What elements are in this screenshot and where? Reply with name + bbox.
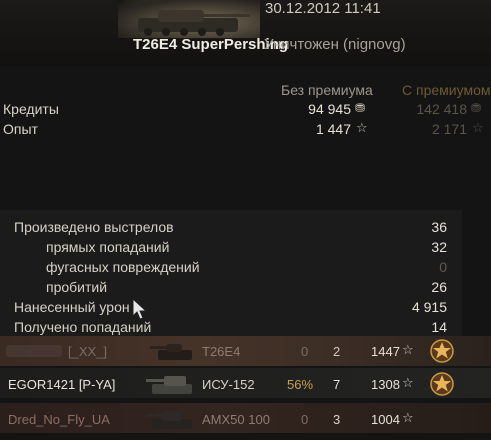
star-icon: ☆ [356,120,368,135]
kills-count: 7 [333,377,341,392]
medal-icon [429,338,455,364]
vehicle-name: AMX50 100 [202,412,270,427]
credits-value: 94 945 [308,101,351,117]
stat-label: пробитий [46,279,108,295]
credits-label: Кредиты [3,101,59,117]
stat-value: 0 [439,259,447,275]
stat-value: 14 [431,319,447,335]
tank-icon [150,336,198,371]
experience-label: Опыт [3,121,38,137]
tank-image [118,0,260,39]
player-name: EGOR1421 [P-YA] [8,377,116,392]
cursor-icon [132,297,148,325]
kills-count: 0 [301,412,309,427]
stat-value: 32 [431,239,447,255]
vehicle-name: ИСУ-152 [202,377,255,392]
player-name: Dred_No_Fly_UA [8,412,110,427]
credits-icon: ⛃ [471,101,482,115]
team-row[interactable]: [_XX_] T26E4 0 2 1447 ☆ [0,336,491,366]
hit-percent: 56% [287,377,314,392]
stat-label: Нанесенный урон [14,299,130,315]
frags-count: 3 [333,412,341,427]
frags-count: 2 [333,344,341,359]
tank-icon [146,403,198,440]
star-icon: ☆ [402,375,414,390]
stat-value: 4 915 [411,299,447,315]
destroyed-status: Уничтожен (nignovg) [264,36,406,53]
star-icon: ☆ [402,342,414,357]
experience-value: 1447 [371,344,400,359]
star-icon: ☆ [402,410,414,425]
kills-count: 0 [301,344,309,359]
stat-value: 26 [431,279,447,295]
credits-premium-value: 142 418 [416,101,467,117]
player-name-redacted [6,345,62,357]
tank-icon [146,368,198,405]
stat-label: Получено попаданий [14,319,152,335]
column-premium: С премиумом [402,82,491,98]
vehicle-name: T26E4 [202,344,241,359]
player-name: [_XX_] [68,344,108,359]
experience-premium-value: 2 171 [431,121,467,137]
column-no-premium: Без премиума [281,82,373,98]
team-row[interactable]: Dred_No_Fly_UA AMX50 100 0 3 1004 ☆ [0,403,491,433]
experience-value: 1 447 [315,121,351,137]
stat-label: прямых попаданий [46,239,170,255]
team-row[interactable]: EGOR1421 [P-YA] ИСУ-152 56% 7 1308 ☆ [0,368,491,398]
star-icon: ☆ [472,120,484,135]
experience-value: 1308 [371,377,400,392]
medal-icon [429,371,455,397]
battle-datetime: 30.12.2012 11:41 [265,0,381,17]
credits-icon: ⛃ [355,101,366,115]
stat-label: Произведено выстрелов [14,219,174,235]
experience-value: 1004 [371,412,400,427]
stat-value: 36 [431,219,447,235]
stat-label: фугасных повреждений [46,259,200,275]
